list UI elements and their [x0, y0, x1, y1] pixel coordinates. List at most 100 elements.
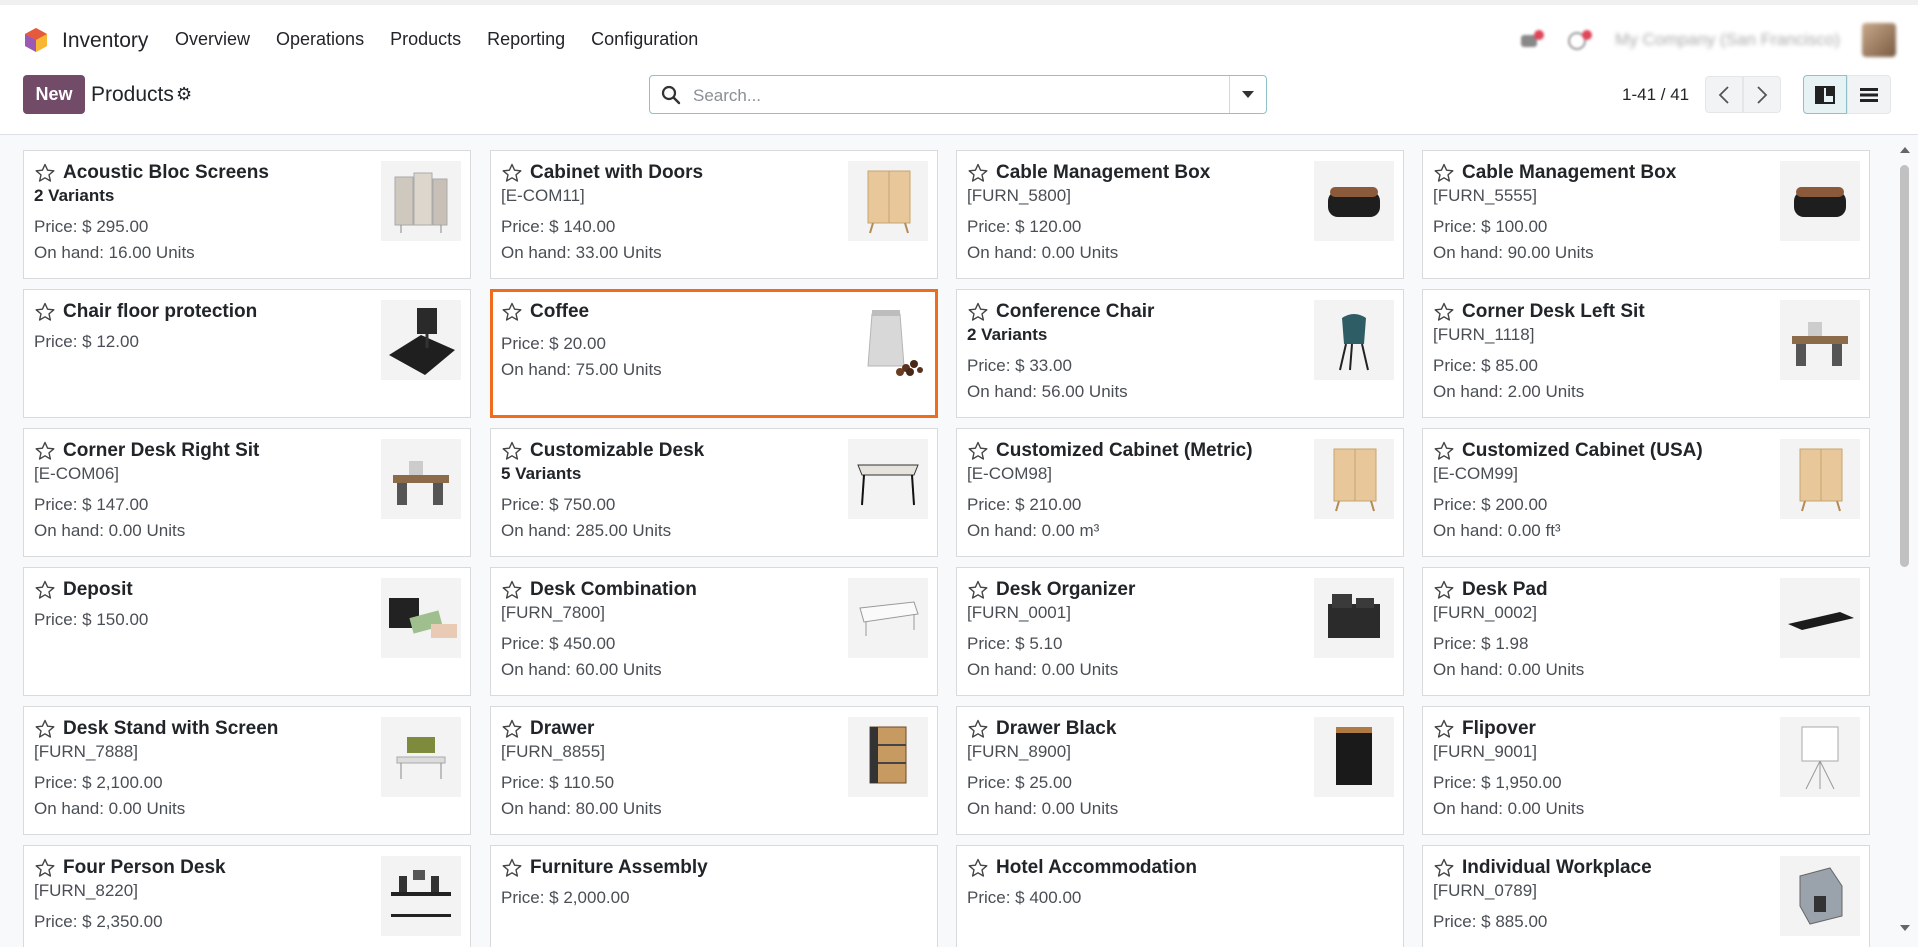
kanban-view-button[interactable]	[1803, 75, 1847, 114]
messages-icon[interactable]	[1519, 29, 1545, 51]
product-name[interactable]: Hotel Accommodation	[996, 857, 1197, 879]
menu-operations[interactable]: Operations	[276, 29, 364, 50]
product-card[interactable]: Drawer [FURN_8855] Price: $ 110.50 On hand:…	[490, 706, 938, 835]
odoo-inventory-logo-icon[interactable]	[23, 27, 49, 53]
product-card[interactable]: Customized Cabinet (USA) [E-COM99] Price: …	[1422, 428, 1870, 557]
star-icon[interactable]	[968, 580, 988, 600]
product-card[interactable]: Desk Stand with Screen [FURN_7888] Price: …	[23, 706, 471, 835]
star-icon[interactable]	[502, 441, 522, 461]
product-card[interactable]: Desk Organizer [FURN_0001] Price: $ 5.10 On…	[956, 567, 1404, 696]
product-name[interactable]: Customized Cabinet (Metric)	[996, 440, 1253, 462]
star-icon[interactable]	[968, 163, 988, 183]
menu-reporting[interactable]: Reporting	[487, 29, 565, 50]
star-icon[interactable]	[502, 580, 522, 600]
search-input[interactable]	[691, 82, 1215, 110]
star-icon[interactable]	[35, 580, 55, 600]
product-card[interactable]: Coffee Price: $ 20.00 On hand: 75.00 Units	[490, 289, 938, 418]
activities-clock-icon[interactable]	[1567, 29, 1593, 51]
product-name[interactable]: Corner Desk Right Sit	[63, 440, 259, 462]
product-card[interactable]: Acoustic Bloc Screens 2 Variants Price: $ …	[23, 150, 471, 279]
product-name[interactable]: Desk Pad	[1462, 579, 1548, 601]
star-icon[interactable]	[35, 441, 55, 461]
product-name[interactable]: Four Person Desk	[63, 857, 226, 879]
star-icon[interactable]	[968, 441, 988, 461]
product-name[interactable]: Acoustic Bloc Screens	[63, 162, 269, 184]
product-card[interactable]: Deposit Price: $ 150.00	[23, 567, 471, 696]
product-card[interactable]: Customizable Desk 5 Variants Price: $ 750.…	[490, 428, 938, 557]
product-card[interactable]: Chair floor protection Price: $ 12.00	[23, 289, 471, 418]
menu-configuration[interactable]: Configuration	[591, 29, 698, 50]
search-options-toggle[interactable]	[1229, 76, 1266, 113]
product-name[interactable]: Desk Organizer	[996, 579, 1135, 601]
product-name[interactable]: Furniture Assembly	[530, 857, 708, 879]
product-name[interactable]: Customizable Desk	[530, 440, 704, 462]
product-name[interactable]: Deposit	[63, 579, 133, 601]
product-card[interactable]: Cable Management Box [FURN_5800] Price: $ …	[956, 150, 1404, 279]
product-card[interactable]: Individual Workplace [FURN_0789] Price: $ …	[1422, 845, 1870, 947]
product-name[interactable]: Cable Management Box	[1462, 162, 1676, 184]
product-name[interactable]: Desk Stand with Screen	[63, 718, 278, 740]
desk-stand-icon	[396, 737, 446, 779]
product-card[interactable]: Cabinet with Doors [E-COM11] Price: $ 140.…	[490, 150, 938, 279]
product-on-hand: On hand: 90.00 Units	[1433, 243, 1594, 262]
product-name[interactable]: Individual Workplace	[1462, 857, 1652, 879]
product-name[interactable]: Desk Combination	[530, 579, 697, 601]
product-name[interactable]: Chair floor protection	[63, 301, 257, 323]
product-card[interactable]: Flipover [FURN_9001] Price: $ 1,950.00 On h…	[1422, 706, 1870, 835]
product-price: Price: $ 147.00	[34, 495, 149, 514]
star-icon[interactable]	[35, 858, 55, 878]
pager-previous-button[interactable]	[1705, 76, 1743, 113]
product-name[interactable]: Coffee	[530, 301, 589, 323]
app-name[interactable]: Inventory	[62, 29, 148, 53]
product-card[interactable]: Corner Desk Right Sit [E-COM06] Price: $ 1…	[23, 428, 471, 557]
star-icon[interactable]	[968, 302, 988, 322]
list-view-button[interactable]	[1847, 75, 1891, 114]
product-name[interactable]: Corner Desk Left Sit	[1462, 301, 1645, 323]
menu-overview[interactable]: Overview	[175, 29, 250, 50]
product-card[interactable]: Corner Desk Left Sit [FURN_1118] Price: $ …	[1422, 289, 1870, 418]
product-name[interactable]: Cabinet with Doors	[530, 162, 703, 184]
star-icon[interactable]	[1434, 441, 1454, 461]
star-icon[interactable]	[35, 719, 55, 739]
star-icon[interactable]	[968, 719, 988, 739]
product-name[interactable]: Conference Chair	[996, 301, 1154, 323]
product-name[interactable]: Cable Management Box	[996, 162, 1210, 184]
pager-next-button[interactable]	[1743, 76, 1781, 113]
product-card[interactable]: Four Person Desk [FURN_8220] Price: $ 2,35…	[23, 845, 471, 947]
new-button[interactable]: New	[23, 75, 85, 114]
scrollbar[interactable]	[1898, 145, 1912, 935]
pager-value[interactable]: 1-41 / 41	[1622, 85, 1689, 105]
company-switcher[interactable]: My Company (San Francisco)	[1615, 30, 1840, 50]
star-icon[interactable]	[502, 163, 522, 183]
star-icon[interactable]	[1434, 719, 1454, 739]
scrollbar-thumb[interactable]	[1900, 165, 1909, 567]
product-card[interactable]: Furniture Assembly Price: $ 2,000.00	[490, 845, 938, 947]
product-name[interactable]: Flipover	[1462, 718, 1536, 740]
star-icon[interactable]	[502, 719, 522, 739]
menu-products[interactable]: Products	[390, 29, 461, 50]
star-icon[interactable]	[1434, 302, 1454, 322]
product-price: Price: $ 5.10	[967, 634, 1063, 653]
product-price: Price: $ 12.00	[34, 332, 139, 351]
product-card[interactable]: Desk Combination [FURN_7800] Price: $ 450.…	[490, 567, 938, 696]
product-card[interactable]: Customized Cabinet (Metric) [E-COM98] Pric…	[956, 428, 1404, 557]
product-name[interactable]: Customized Cabinet (USA)	[1462, 440, 1703, 462]
star-icon[interactable]	[968, 858, 988, 878]
product-price: Price: $ 140.00	[501, 217, 616, 236]
star-icon[interactable]	[35, 302, 55, 322]
star-icon[interactable]	[1434, 580, 1454, 600]
gear-icon[interactable]: ⚙	[176, 84, 192, 105]
product-card[interactable]: Conference Chair 2 Variants Price: $ 33.00…	[956, 289, 1404, 418]
star-icon[interactable]	[502, 858, 522, 878]
user-avatar[interactable]	[1862, 23, 1896, 57]
star-icon[interactable]	[1434, 163, 1454, 183]
product-name[interactable]: Drawer	[530, 718, 594, 740]
star-icon[interactable]	[35, 163, 55, 183]
product-card[interactable]: Cable Management Box [FURN_5555] Price: $ …	[1422, 150, 1870, 279]
product-name[interactable]: Drawer Black	[996, 718, 1116, 740]
product-card[interactable]: Desk Pad [FURN_0002] Price: $ 1.98 On hand:…	[1422, 567, 1870, 696]
product-card[interactable]: Drawer Black [FURN_8900] Price: $ 25.00 On …	[956, 706, 1404, 835]
product-card[interactable]: Hotel Accommodation Price: $ 400.00	[956, 845, 1404, 947]
star-icon[interactable]	[1434, 858, 1454, 878]
star-icon[interactable]	[502, 302, 522, 322]
